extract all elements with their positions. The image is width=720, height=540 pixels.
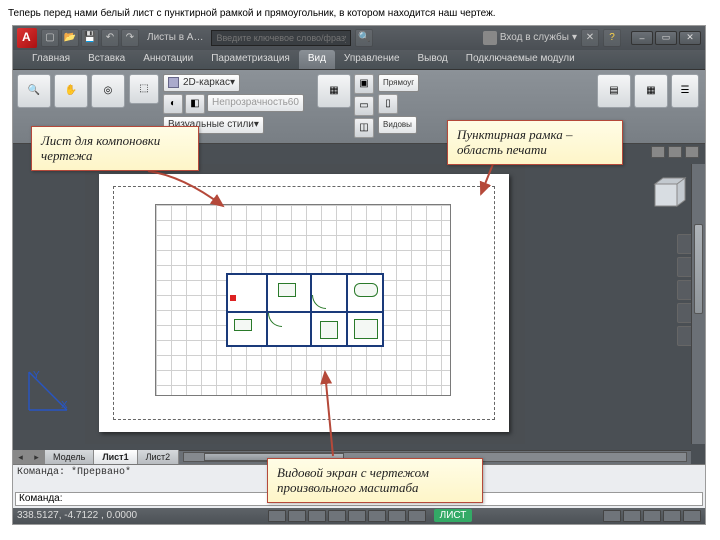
properties-palette-icon[interactable]: ▤: [597, 74, 631, 108]
app-logo-icon[interactable]: [17, 28, 37, 48]
coordinates-readout: 338.5127, -4.7122 , 0.0000: [17, 510, 137, 521]
callout-sheet: Лист для компоновки чертежа: [31, 126, 199, 171]
tab-view[interactable]: Вид: [299, 50, 335, 69]
quick-access-toolbar: ▢ 📂 💾 ↶ ↷: [41, 29, 139, 47]
doc-max-button[interactable]: [668, 146, 682, 158]
face-style-icon[interactable]: ◐: [163, 94, 183, 114]
drawing-area: YX ◂ ▸ Модель Лист1 Лист2: [13, 144, 705, 464]
ortho-toggle[interactable]: [308, 510, 326, 522]
otrack-toggle[interactable]: [368, 510, 386, 522]
login-services[interactable]: Вход в службы ▾: [483, 31, 577, 45]
autocad-window: ▢ 📂 💾 ↶ ↷ Листы в A… 🔍 Вход в службы ▾ ✕…: [12, 25, 706, 525]
chevron-down-icon: ▾: [572, 32, 577, 43]
minimize-button[interactable]: –: [631, 31, 653, 45]
viewport-rect-button[interactable]: Прямоуг: [378, 74, 419, 92]
tab-output[interactable]: Вывод: [409, 50, 457, 69]
join-viewport-icon[interactable]: ▭: [354, 96, 374, 116]
layout2-tab[interactable]: Лист2: [138, 450, 180, 464]
exchange-icon[interactable]: ✕: [581, 29, 599, 47]
snap-toggle[interactable]: [268, 510, 286, 522]
floor-plan-drawing: [226, 273, 384, 347]
new-icon[interactable]: ▢: [41, 29, 59, 47]
vertical-scrollbar[interactable]: [691, 164, 705, 444]
sheet-set-icon[interactable]: ▦: [634, 74, 668, 108]
lineweight-toggle[interactable]: [408, 510, 426, 522]
maximize-button[interactable]: ▭: [655, 31, 677, 45]
viewport-config-icon[interactable]: ▦: [317, 74, 351, 108]
avatar-icon: [483, 31, 497, 45]
window-controls: – ▭ ✕: [631, 31, 701, 45]
tab-insert[interactable]: Вставка: [79, 50, 134, 69]
opacity-field[interactable]: Непрозрачность60: [207, 94, 304, 112]
login-label: Вход в службы: [500, 32, 569, 43]
view-cube[interactable]: [645, 174, 691, 220]
search-icon[interactable]: 🔍: [355, 29, 373, 47]
tab-plugins[interactable]: Подключаемые модули: [457, 50, 584, 69]
page-caption: Теперь перед нами белый лист с пунктирно…: [0, 0, 720, 23]
ucs-y-label: Y: [33, 370, 40, 381]
titlebar: ▢ 📂 💾 ↶ ↷ Листы в A… 🔍 Вход в службы ▾ ✕…: [13, 26, 705, 50]
clip-viewport-icon[interactable]: ▯: [378, 94, 398, 114]
doc-close-button[interactable]: [685, 146, 699, 158]
edge-style-icon[interactable]: ◧: [185, 94, 205, 114]
tab-scroll-right-icon[interactable]: ▸: [29, 450, 45, 464]
tab-parametric[interactable]: Параметризация: [202, 50, 299, 69]
annotation-scale-icon[interactable]: [603, 510, 621, 522]
restore-viewport-icon[interactable]: ◫: [354, 118, 374, 138]
callout-dashed: Пунктирная рамка – область печати: [447, 120, 623, 165]
grid-toggle[interactable]: [288, 510, 306, 522]
help-search-input[interactable]: [211, 30, 351, 46]
tab-annotate[interactable]: Аннотации: [134, 50, 202, 69]
orbit-icon[interactable]: ◎: [91, 74, 125, 108]
tab-scroll-left-icon[interactable]: ◂: [13, 450, 29, 464]
save-icon[interactable]: 💾: [81, 29, 99, 47]
views-icon[interactable]: ⬚: [129, 74, 159, 104]
ribbon-tabs: Главная Вставка Аннотации Параметризация…: [13, 50, 705, 70]
layout1-tab[interactable]: Лист1: [94, 450, 137, 464]
tab-manage[interactable]: Управление: [335, 50, 409, 69]
undo-icon[interactable]: ↶: [101, 29, 119, 47]
help-icon[interactable]: ?: [603, 29, 621, 47]
workspace-icon[interactable]: [623, 510, 641, 522]
dynamic-input-toggle[interactable]: [388, 510, 406, 522]
osnap-toggle[interactable]: [348, 510, 366, 522]
zoom-extents-icon[interactable]: 🔍: [17, 74, 51, 108]
drawing-viewport[interactable]: [155, 204, 451, 396]
redo-icon[interactable]: ↷: [121, 29, 139, 47]
document-title: Листы в A…: [147, 32, 203, 43]
lock-ui-icon[interactable]: [643, 510, 661, 522]
model-tab[interactable]: Модель: [45, 450, 94, 464]
ucs-x-label: X: [61, 400, 68, 411]
paper-sheet: [99, 174, 509, 432]
named-views-icon[interactable]: ▣: [354, 74, 374, 94]
viewports-label[interactable]: Видовы: [378, 116, 417, 134]
hardware-accel-icon[interactable]: [663, 510, 681, 522]
callout-viewport: Видовой экран с чертежом произвольного м…: [267, 458, 483, 503]
layout-canvas[interactable]: [85, 164, 525, 444]
open-icon[interactable]: 📂: [61, 29, 79, 47]
visual-style-dropdown[interactable]: 2D-каркас▾: [163, 74, 240, 92]
tool-palettes-icon[interactable]: ☰: [671, 74, 699, 108]
close-button[interactable]: ✕: [679, 31, 701, 45]
ucs-icon: YX: [23, 364, 75, 416]
document-window-controls: [651, 146, 699, 158]
pan-icon[interactable]: ✋: [54, 74, 88, 108]
scrollbar-thumb[interactable]: [694, 224, 703, 314]
layout-badge[interactable]: ЛИСТ: [434, 509, 473, 522]
isolate-objects-icon[interactable]: [683, 510, 701, 522]
doc-min-button[interactable]: [651, 146, 665, 158]
polar-toggle[interactable]: [328, 510, 346, 522]
tab-home[interactable]: Главная: [23, 50, 79, 69]
status-bar: 338.5127, -4.7122 , 0.0000 ЛИСТ: [13, 508, 705, 524]
